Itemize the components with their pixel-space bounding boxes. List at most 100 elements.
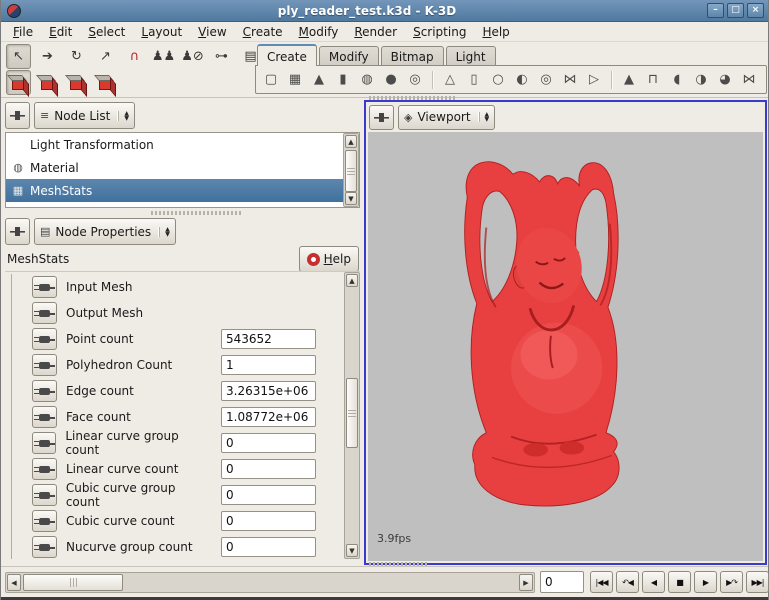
menu-item[interactable]: View: [190, 23, 234, 41]
play-button[interactable]: ▶: [694, 571, 717, 593]
poly-cylinder-icon[interactable]: ▮: [331, 72, 355, 87]
poly-sphere-icon[interactable]: ◍: [355, 72, 379, 87]
scroll-down-icon[interactable]: ▼: [346, 544, 358, 557]
horizontal-scrollbar[interactable]: ◀ ▶: [5, 572, 535, 593]
poly-grid-icon[interactable]: ▦: [283, 72, 307, 87]
property-plug-button[interactable]: [32, 328, 57, 350]
property-value-field[interactable]: [221, 407, 316, 427]
panel-type-selector[interactable]: ◈ Viewport ▲▼: [398, 105, 495, 130]
pin-panel-button[interactable]: [5, 218, 30, 245]
property-value-field[interactable]: [221, 459, 316, 479]
viewport-canvas[interactable]: 3.9fps: [368, 132, 763, 561]
scroll-right-icon[interactable]: ▶: [519, 574, 533, 591]
stop-button[interactable]: ■: [668, 571, 691, 593]
property-value-field[interactable]: [221, 511, 316, 531]
menu-item[interactable]: Layout: [133, 23, 190, 41]
menu-item[interactable]: Create: [235, 23, 291, 41]
select-faces-mode-button[interactable]: [93, 70, 118, 95]
property-plug-button[interactable]: [32, 380, 57, 402]
help-button[interactable]: Help: [299, 246, 359, 272]
scrollbar-thumb[interactable]: [346, 378, 358, 448]
property-plug-button[interactable]: [32, 354, 57, 376]
skip-to-start-button[interactable]: |◀◀: [590, 571, 613, 593]
property-plug-button[interactable]: [32, 458, 57, 480]
menu-item[interactable]: Select: [80, 23, 133, 41]
scroll-left-icon[interactable]: ◀: [7, 574, 21, 591]
select-nodes-mode-button[interactable]: [6, 70, 31, 95]
poly-cone-icon[interactable]: ▲: [307, 72, 331, 87]
frame-number-field[interactable]: [540, 571, 584, 593]
snap-tool-button[interactable]: ∩: [122, 44, 147, 69]
quadric-paraboloid-icon[interactable]: ▷: [582, 72, 606, 87]
properties-scrollbar[interactable]: ▲ ▼: [344, 272, 360, 559]
property-plug-button[interactable]: [32, 276, 57, 298]
quadric-cone-icon[interactable]: △: [438, 72, 462, 87]
play-backward-button[interactable]: ◀: [642, 571, 665, 593]
property-plug-button[interactable]: [32, 484, 57, 506]
node-list-item[interactable]: ▦ MeshStats: [6, 179, 359, 202]
node-list-item[interactable]: ◍ Material: [6, 156, 359, 179]
nurbs-torus-icon[interactable]: ◕: [713, 72, 737, 87]
property-value-field[interactable]: [221, 433, 316, 453]
nurbs-cone-icon[interactable]: ▲: [617, 72, 641, 87]
menu-item[interactable]: Edit: [41, 23, 80, 41]
parent-button[interactable]: ♟♟: [151, 44, 176, 69]
loop-play-backward-button[interactable]: ↶◀: [616, 571, 639, 593]
property-value-field[interactable]: [221, 355, 316, 375]
nurbs-sphere-icon[interactable]: ◖: [665, 72, 689, 87]
property-value-field[interactable]: [221, 537, 316, 557]
nurbs-hyperboloid-icon[interactable]: ⋈: [737, 72, 761, 87]
property-plug-button[interactable]: [32, 536, 57, 558]
quadric-cylinder-icon[interactable]: ▯: [462, 72, 486, 87]
quadric-hyperboloid-icon[interactable]: ⋈: [558, 72, 582, 87]
menu-item[interactable]: Modify: [291, 23, 347, 41]
property-value-field[interactable]: [221, 485, 316, 505]
property-value-field[interactable]: [221, 381, 316, 401]
scroll-down-icon[interactable]: ▼: [345, 192, 357, 205]
move-tool-button[interactable]: ➔: [35, 44, 60, 69]
select-lines-mode-button[interactable]: [64, 70, 89, 95]
menu-item[interactable]: File: [5, 23, 41, 41]
poly-cube-icon[interactable]: ▢: [259, 72, 283, 87]
node-list-item[interactable]: Light Transformation: [6, 133, 359, 156]
buddha-model[interactable]: [454, 148, 644, 516]
scroll-up-icon[interactable]: ▲: [345, 135, 357, 148]
property-plug-button[interactable]: [32, 432, 56, 454]
scrollbar-thumb[interactable]: [345, 150, 357, 192]
panel-type-selector[interactable]: ▤ Node Properties ▲▼: [34, 218, 176, 245]
scale-tool-button[interactable]: ↗: [93, 44, 118, 69]
unparent-button[interactable]: ♟⊘: [180, 44, 205, 69]
pin-panel-button[interactable]: [5, 102, 30, 129]
menu-item[interactable]: Help: [474, 23, 517, 41]
menu-item[interactable]: Scripting: [405, 23, 474, 41]
scrollbar-thumb[interactable]: [23, 574, 123, 591]
panel-resize-grip[interactable]: [151, 211, 241, 215]
property-plug-button[interactable]: [32, 510, 57, 532]
skip-to-end-button[interactable]: ▶▶|: [746, 571, 769, 593]
notebook-tab[interactable]: Create: [257, 44, 317, 66]
poly-sphere-quad-icon[interactable]: ●: [379, 72, 403, 87]
quadric-sphere-icon[interactable]: ◐: [510, 72, 534, 87]
quadric-disk-icon[interactable]: ○: [486, 72, 510, 87]
rotate-tool-button[interactable]: ↻: [64, 44, 89, 69]
poly-torus-icon[interactable]: ◎: [403, 72, 427, 87]
node-list-scrollbar[interactable]: ▲ ▼: [343, 133, 359, 207]
node-list-item[interactable]: MeshStats Instance: [6, 202, 359, 208]
loop-play-forward-button[interactable]: ▶↷: [720, 571, 743, 593]
nurbs-cylinder-icon[interactable]: ⊓: [641, 72, 665, 87]
select-points-mode-button[interactable]: [35, 70, 60, 95]
panel-resize-grip[interactable]: [369, 96, 457, 100]
close-button[interactable]: ×: [747, 3, 764, 18]
property-value-field[interactable]: [221, 329, 316, 349]
nurbs-hemisphere-icon[interactable]: ◑: [689, 72, 713, 87]
select-tool-button[interactable]: ↖: [6, 44, 31, 69]
property-plug-button[interactable]: [32, 302, 57, 324]
property-plug-button[interactable]: [32, 406, 57, 428]
panel-type-selector[interactable]: ≡ Node List ▲▼: [34, 102, 135, 129]
menu-item[interactable]: Render: [346, 23, 405, 41]
minimize-button[interactable]: –: [707, 3, 724, 18]
scroll-up-icon[interactable]: ▲: [346, 274, 358, 287]
quadric-torus-icon[interactable]: ◎: [534, 72, 558, 87]
maximize-button[interactable]: □: [727, 3, 744, 18]
title-bar[interactable]: ply_reader_test.k3d - K-3D –□×: [1, 0, 768, 22]
